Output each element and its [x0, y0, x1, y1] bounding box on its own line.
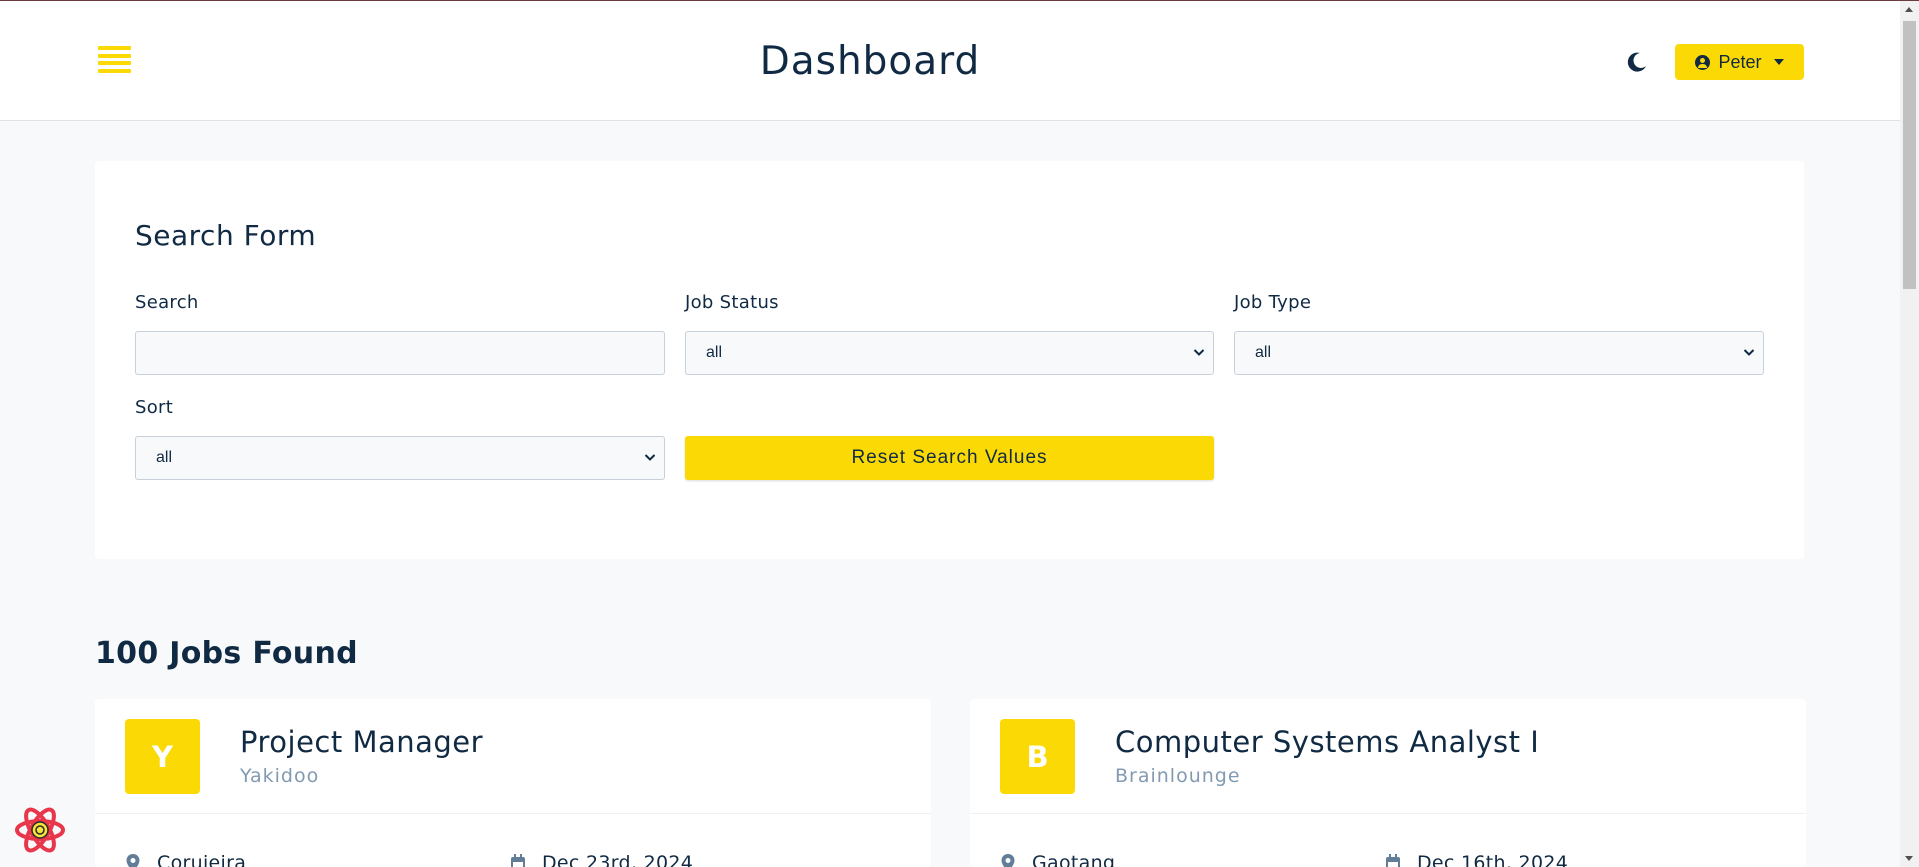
- job-date: Dec 23rd, 2024: [510, 852, 693, 867]
- job-company: Brainlounge: [1115, 765, 1241, 787]
- chevron-down-icon: [1193, 349, 1205, 356]
- sort-label: Sort: [135, 397, 174, 418]
- job-status-value: all: [706, 344, 723, 361]
- job-title: Project Manager: [240, 725, 484, 759]
- job-date: Dec 16th, 2024: [1385, 852, 1568, 867]
- search-label: Search: [135, 292, 199, 313]
- search-input[interactable]: [135, 331, 665, 375]
- job-location-text: Gaotang: [1032, 852, 1116, 867]
- job-company: Yakidoo: [240, 765, 320, 787]
- company-avatar: Y: [125, 719, 200, 794]
- job-card-header: Y Project Manager Yakidoo: [95, 699, 931, 814]
- job-type-value: all: [1255, 344, 1272, 361]
- sort-select[interactable]: all: [135, 436, 665, 480]
- search-form: Search Form Search Job Status all Job Ty…: [95, 161, 1804, 559]
- job-card-header: B Computer Systems Analyst I Brainlounge: [970, 699, 1806, 814]
- navbar: Dashboard Peter: [0, 1, 1900, 121]
- scrollbar-thumb[interactable]: [1903, 21, 1916, 289]
- job-location: Coruieira: [125, 852, 246, 867]
- scroll-up-arrow-icon[interactable]: [1905, 7, 1913, 12]
- job-location-text: Coruieira: [157, 852, 247, 867]
- user-circle-icon: [1695, 54, 1711, 70]
- sort-value: all: [156, 449, 173, 466]
- menu-icon[interactable]: [98, 46, 131, 78]
- chevron-down-icon: [644, 454, 656, 461]
- page-title: Dashboard: [759, 39, 981, 84]
- job-title: Computer Systems Analyst I: [1115, 725, 1540, 759]
- jobs-count-heading: 100 Jobs Found: [95, 636, 358, 671]
- calendar-icon: [1386, 854, 1400, 867]
- job-status-label: Job Status: [685, 292, 779, 313]
- caret-down-icon: [1773, 59, 1784, 65]
- job-card: Y Project Manager Yakidoo Coruieira Dec …: [95, 699, 931, 867]
- location-pin-icon: [1001, 854, 1015, 867]
- moon-icon[interactable]: [1624, 49, 1650, 75]
- company-avatar: B: [1000, 719, 1075, 794]
- user-menu-button[interactable]: Peter: [1675, 44, 1804, 80]
- calendar-icon: [511, 854, 525, 867]
- page-scrollbar[interactable]: [1900, 1, 1919, 867]
- search-form-title: Search Form: [135, 219, 317, 252]
- job-date-text: Dec 23rd, 2024: [542, 852, 694, 867]
- chevron-down-icon: [1743, 349, 1755, 356]
- job-card: B Computer Systems Analyst I Brainlounge…: [970, 699, 1806, 867]
- job-location: Gaotang: [1000, 852, 1115, 867]
- job-type-label: Job Type: [1234, 292, 1312, 313]
- reset-search-button[interactable]: Reset Search Values: [685, 436, 1214, 480]
- location-pin-icon: [126, 854, 140, 867]
- job-date-text: Dec 16th, 2024: [1417, 852, 1569, 867]
- job-status-select[interactable]: all: [685, 331, 1214, 375]
- scroll-down-arrow-icon[interactable]: [1905, 856, 1913, 861]
- job-type-select[interactable]: all: [1234, 331, 1764, 375]
- user-name: Peter: [1718, 51, 1762, 72]
- react-logo-icon[interactable]: [14, 804, 66, 856]
